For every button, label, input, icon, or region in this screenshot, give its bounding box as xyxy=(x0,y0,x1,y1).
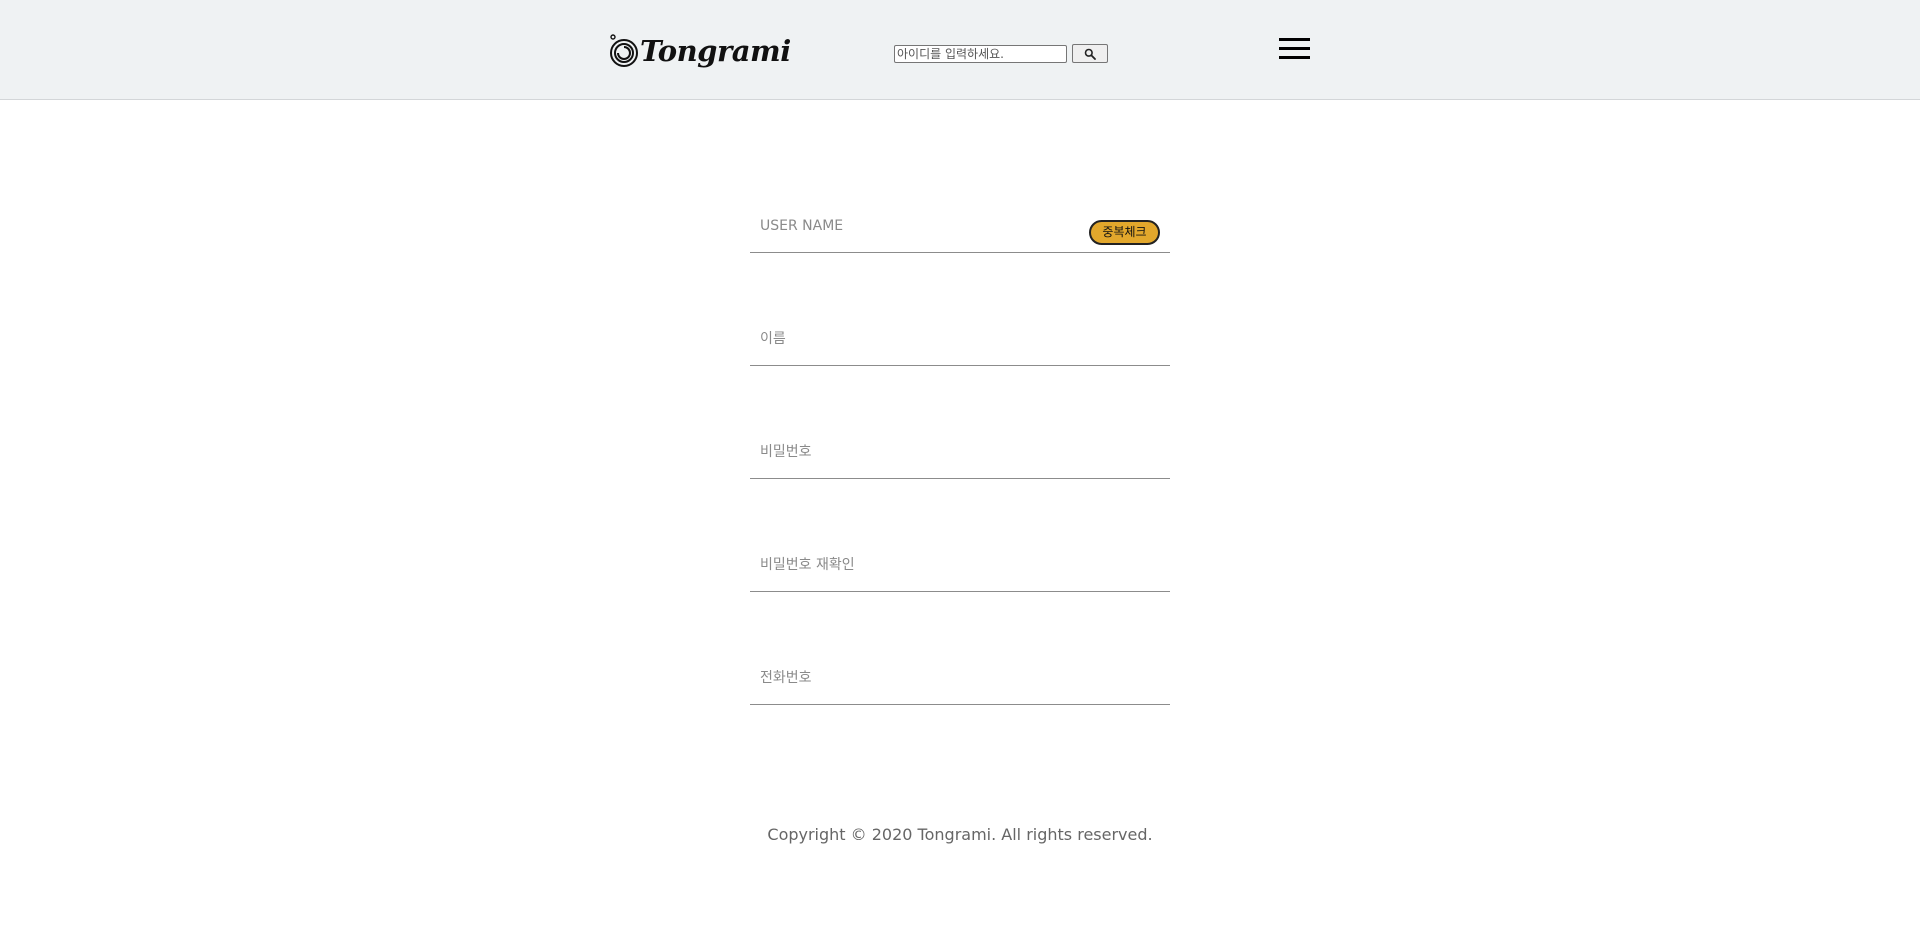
name-input[interactable] xyxy=(750,313,1170,365)
username-field: 중복체크 xyxy=(750,200,1170,253)
logo[interactable]: Tongrami xyxy=(609,33,791,69)
hamburger-line xyxy=(1279,38,1310,41)
camera-swirl-icon xyxy=(610,34,638,67)
hamburger-line xyxy=(1279,56,1310,59)
hamburger-menu-icon[interactable] xyxy=(1279,38,1310,60)
top-navbar: Tongrami xyxy=(0,0,1920,100)
password-confirm-input[interactable] xyxy=(750,539,1170,591)
search-bar xyxy=(894,44,1108,63)
logo-text: Tongrami xyxy=(640,34,791,68)
password-field xyxy=(750,426,1170,479)
footer-copyright: Copyright © 2020 Tongrami. All rights re… xyxy=(767,825,1153,844)
phone-input[interactable] xyxy=(750,652,1170,704)
password-confirm-field xyxy=(750,539,1170,592)
password-input[interactable] xyxy=(750,426,1170,478)
search-icon xyxy=(1084,48,1096,60)
search-input[interactable] xyxy=(894,44,1067,63)
duplicate-check-button[interactable]: 중복체크 xyxy=(1089,220,1160,245)
signup-form: 중복체크 xyxy=(750,200,1170,765)
name-field xyxy=(750,313,1170,366)
hamburger-line xyxy=(1279,47,1310,50)
search-button[interactable] xyxy=(1072,44,1108,63)
phone-field xyxy=(750,652,1170,705)
